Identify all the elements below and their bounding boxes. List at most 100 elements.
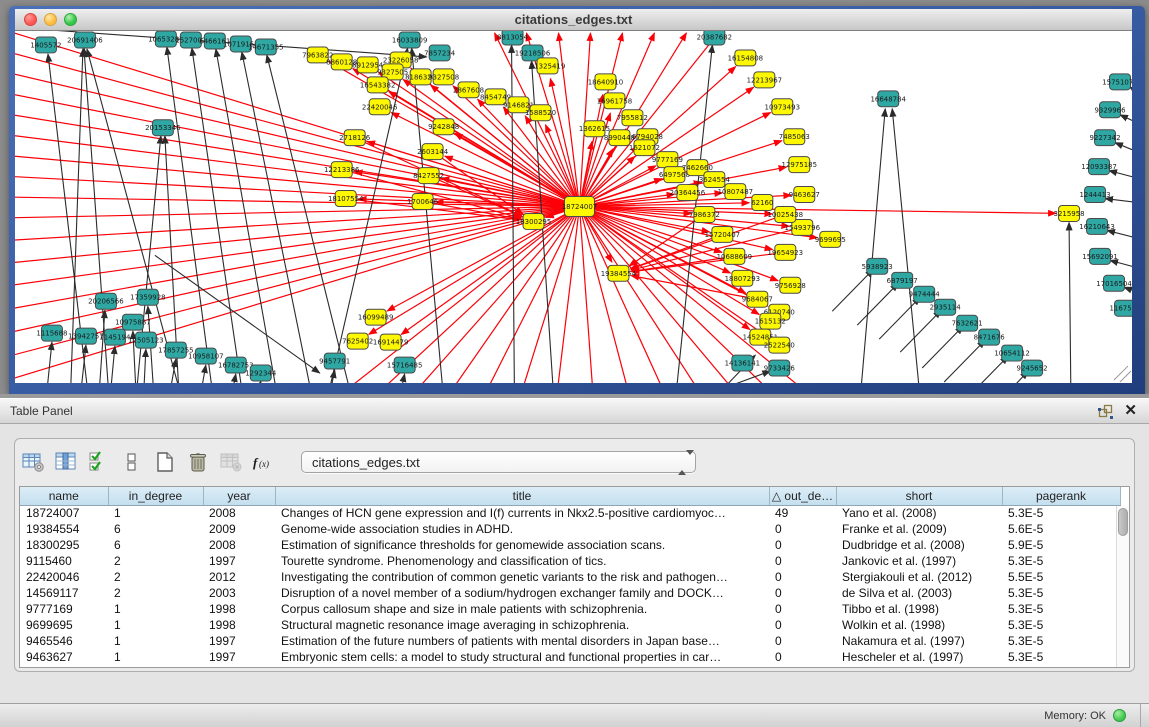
- table-cell[interactable]: Estimation of significance thresholds fo…: [275, 537, 769, 553]
- table-row[interactable]: 1938455462009Genome-wide association stu…: [20, 521, 1120, 537]
- table-cell[interactable]: 2008: [203, 505, 275, 521]
- table-cell[interactable]: Yano et al. (2008): [836, 505, 1002, 521]
- function-builder-icon[interactable]: f(x): [250, 449, 278, 475]
- table-cell[interactable]: 2: [108, 553, 203, 569]
- table-cell[interactable]: Estimation of the future numbers of pati…: [275, 633, 769, 649]
- table-cell[interactable]: 0: [769, 649, 836, 665]
- table-cell[interactable]: 1998: [203, 617, 275, 633]
- table-row[interactable]: 969969511998Structural magnetic resonanc…: [20, 617, 1120, 633]
- table-cell[interactable]: 18724007: [20, 505, 108, 521]
- table-cell[interactable]: 2012: [203, 569, 275, 585]
- column-header-year[interactable]: year: [203, 487, 275, 505]
- table-settings-icon[interactable]: [19, 449, 47, 475]
- table-cell[interactable]: 5.3E-5: [1002, 649, 1120, 665]
- resize-grip-icon[interactable]: [1114, 366, 1131, 382]
- table-cell[interactable]: 5.3E-5: [1002, 505, 1120, 521]
- table-cell[interactable]: 1: [108, 617, 203, 633]
- table-row[interactable]: 977716911998Corpus callosum shape and si…: [20, 601, 1120, 617]
- table-row[interactable]: 1456911722003Disruption of a novel membe…: [20, 585, 1120, 601]
- table-cell[interactable]: 5.5E-5: [1002, 569, 1120, 585]
- show-columns-icon[interactable]: [52, 449, 80, 475]
- row-view-icon[interactable]: [118, 449, 146, 475]
- column-header-short[interactable]: short: [836, 487, 1002, 505]
- column-header-pagerank[interactable]: pagerank: [1002, 487, 1120, 505]
- citation-network-graph[interactable]: 1405572206914061065328715270026466161107…: [15, 31, 1132, 383]
- table-cell[interactable]: 22420046: [20, 569, 108, 585]
- table-cell[interactable]: Wolkin et al. (1998): [836, 617, 1002, 633]
- table-cell[interactable]: 5.9E-5: [1002, 537, 1120, 553]
- table-row[interactable]: 911546021997Tourette syndrome. Phenomeno…: [20, 553, 1120, 569]
- float-panel-icon[interactable]: [1096, 403, 1114, 419]
- table-cell[interactable]: Jankovic et al. (1997): [836, 553, 1002, 569]
- table-row[interactable]: 1872400712008Changes of HCN gene express…: [20, 505, 1120, 521]
- table-cell[interactable]: 1: [108, 633, 203, 649]
- import-table-icon[interactable]: [217, 449, 245, 475]
- table-row[interactable]: 2242004622012Investigating the contribut…: [20, 569, 1120, 585]
- network-window-titlebar[interactable]: citations_edges.txt: [15, 9, 1132, 31]
- table-cell[interactable]: Stergiakouli et al. (2012): [836, 569, 1002, 585]
- table-cell[interactable]: 1: [108, 649, 203, 665]
- table-row[interactable]: 946362711997Embryonic stem cells: a mode…: [20, 649, 1120, 665]
- table-row[interactable]: 946554611997Estimation of the future num…: [20, 633, 1120, 649]
- table-cell[interactable]: 0: [769, 617, 836, 633]
- table-cell[interactable]: 5.3E-5: [1002, 617, 1120, 633]
- scrollbar-thumb[interactable]: [1118, 508, 1128, 536]
- table-cell[interactable]: 2009: [203, 521, 275, 537]
- table-cell[interactable]: 2: [108, 585, 203, 601]
- table-cell[interactable]: 1997: [203, 649, 275, 665]
- table-cell[interactable]: Investigating the contribution of common…: [275, 569, 769, 585]
- table-cell[interactable]: Tourette syndrome. Phenomenology and cla…: [275, 553, 769, 569]
- table-cell[interactable]: Embryonic stem cells: a model to study s…: [275, 649, 769, 665]
- table-cell[interactable]: 0: [769, 537, 836, 553]
- table-cell[interactable]: Dudbridge et al. (2008): [836, 537, 1002, 553]
- network-view-canvas[interactable]: 1405572206914061065328715270026466161107…: [15, 31, 1132, 383]
- table-cell[interactable]: de Silva et al. (2003): [836, 585, 1002, 601]
- table-cell[interactable]: Hescheler et al. (1997): [836, 649, 1002, 665]
- table-cell[interactable]: Nakamura et al. (1997): [836, 633, 1002, 649]
- column-header-name[interactable]: name: [20, 487, 108, 505]
- table-cell[interactable]: 5.3E-5: [1002, 553, 1120, 569]
- table-cell[interactable]: 1: [108, 505, 203, 521]
- table-cell[interactable]: 5.3E-5: [1002, 585, 1120, 601]
- table-select-dropdown[interactable]: citations_edges.txt: [301, 451, 696, 473]
- close-traffic-light[interactable]: [24, 13, 37, 26]
- new-column-icon[interactable]: [151, 449, 179, 475]
- table-cell[interactable]: Structural magnetic resonance image aver…: [275, 617, 769, 633]
- table-cell[interactable]: Corpus callosum shape and size in male p…: [275, 601, 769, 617]
- select-columns-check-icon[interactable]: [85, 449, 113, 475]
- table-cell[interactable]: 9115460: [20, 553, 108, 569]
- table-cell[interactable]: 1997: [203, 633, 275, 649]
- table-cell[interactable]: 49: [769, 505, 836, 521]
- table-cell[interactable]: 14569117: [20, 585, 108, 601]
- table-cell[interactable]: Tibbo et al. (1998): [836, 601, 1002, 617]
- close-panel-icon[interactable]: ✕: [1124, 404, 1137, 418]
- table-cell[interactable]: Disruption of a novel member of a sodium…: [275, 585, 769, 601]
- table-row[interactable]: 1830029562008Estimation of significance …: [20, 537, 1120, 553]
- table-cell[interactable]: 9465546: [20, 633, 108, 649]
- table-vertical-scrollbar[interactable]: [1116, 506, 1129, 667]
- table-cell[interactable]: 9463627: [20, 649, 108, 665]
- table-cell[interactable]: Franke et al. (2009): [836, 521, 1002, 537]
- column-header-out_de[interactable]: △ out_de…: [769, 487, 836, 505]
- table-cell[interactable]: 6: [108, 521, 203, 537]
- table-cell[interactable]: 5.6E-5: [1002, 521, 1120, 537]
- table-cell[interactable]: 1: [108, 601, 203, 617]
- table-cell[interactable]: 1997: [203, 553, 275, 569]
- column-header-title[interactable]: title: [275, 487, 769, 505]
- table-cell[interactable]: 2: [108, 569, 203, 585]
- table-cell[interactable]: 0: [769, 553, 836, 569]
- table-cell[interactable]: 0: [769, 633, 836, 649]
- table-cell[interactable]: 2003: [203, 585, 275, 601]
- table-cell[interactable]: Genome-wide association studies in ADHD.: [275, 521, 769, 537]
- table-cell[interactable]: 2008: [203, 537, 275, 553]
- table-cell[interactable]: Changes of HCN gene expression and I(f) …: [275, 505, 769, 521]
- table-cell[interactable]: 1998: [203, 601, 275, 617]
- zoom-traffic-light[interactable]: [64, 13, 77, 26]
- table-cell[interactable]: 19384554: [20, 521, 108, 537]
- table-cell[interactable]: 9777169: [20, 601, 108, 617]
- table-cell[interactable]: 6: [108, 537, 203, 553]
- table-cell[interactable]: 18300295: [20, 537, 108, 553]
- table-cell[interactable]: 9699695: [20, 617, 108, 633]
- table-cell[interactable]: 0: [769, 569, 836, 585]
- table-cell[interactable]: 5.3E-5: [1002, 633, 1120, 649]
